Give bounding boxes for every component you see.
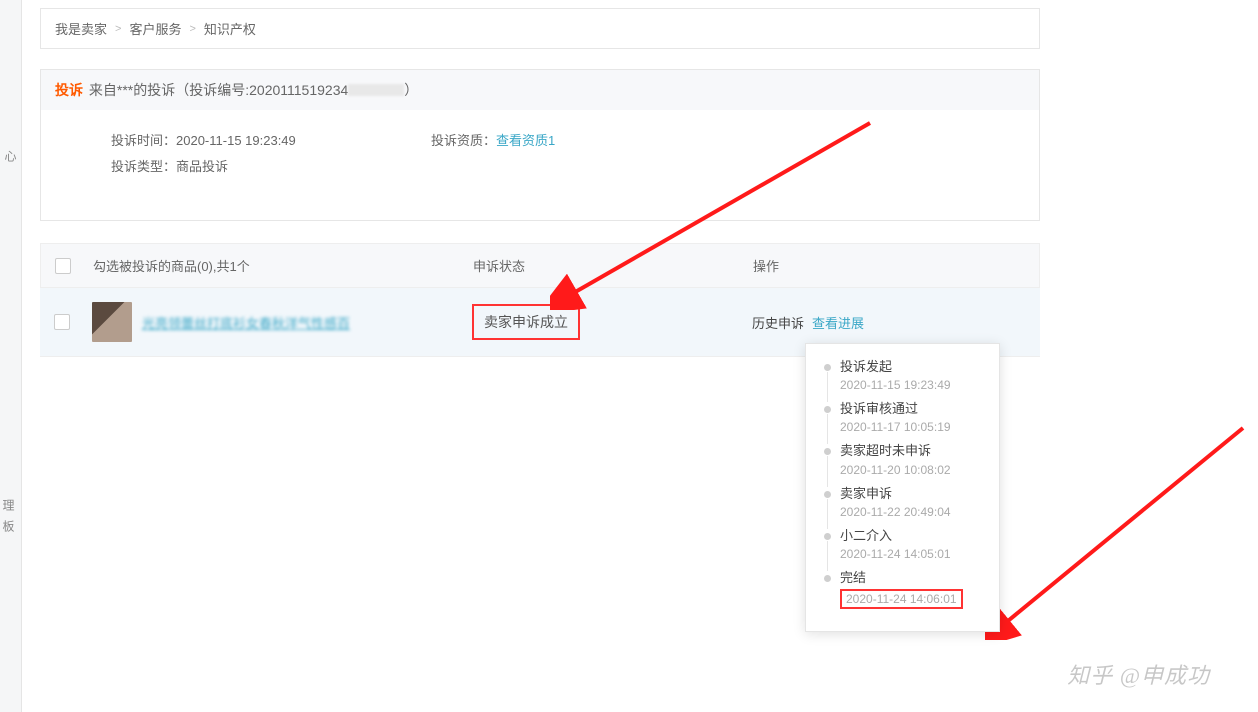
history-label: 历史申诉 [752, 313, 804, 332]
timeline-event-title: 卖家超时未申诉 [840, 442, 989, 460]
products-table: 勾选被投诉的商品(0),共1个 申诉状态 操作 光亮领蕾丝打底衫女春秋洋气性感百… [40, 243, 1040, 357]
col-header-action: 操作 [753, 256, 1025, 275]
complaint-time-label: 投诉时间： [111, 133, 176, 148]
table-header: 勾选被投诉的商品(0),共1个 申诉状态 操作 [40, 243, 1040, 288]
timeline-item: 完结 2020-11-24 14:06:01 [820, 569, 989, 617]
timeline-event-time: 2020-11-17 10:05:19 [840, 420, 989, 434]
complaint-title-after: ） [404, 82, 418, 98]
col-header-goods: 勾选被投诉的商品(0),共1个 [93, 256, 473, 275]
timeline-item: 小二介入 2020-11-24 14:05:01 [820, 527, 989, 569]
sidebar-frag-item: 板 [0, 520, 17, 532]
timeline-event-time: 2020-11-24 14:05:01 [840, 547, 989, 561]
timeline-event-title: 投诉审核通过 [840, 400, 989, 418]
breadcrumb-item[interactable]: 知识产权 [204, 19, 256, 38]
annotation-arrow [985, 420, 1250, 640]
timeline-event-title: 卖家申诉 [840, 485, 989, 503]
timeline-item: 卖家申诉 2020-11-22 20:49:04 [820, 485, 989, 527]
watermark: 知乎 @申成功 [1067, 658, 1210, 690]
breadcrumb-item[interactable]: 客户服务 [129, 19, 181, 38]
appeal-status-badge: 卖家申诉成立 [472, 304, 580, 340]
timeline-event-title: 投诉发起 [840, 358, 989, 376]
sidebar-frag-top: 心 [2, 150, 19, 162]
progress-timeline-popover: 投诉发起 2020-11-15 19:23:49 投诉审核通过 2020-11-17 … [805, 343, 1000, 632]
complaint-body: 投诉时间：2020-11-15 19:23:49 投诉资质：查看资质1 投诉类型… [41, 110, 1039, 220]
complaint-header: 投诉 来自***的投诉（投诉编号:2020111519234 ） [41, 70, 1039, 110]
left-sidebar-strip: 心 理 板 [0, 0, 22, 712]
sidebar-frag-item: 理 [0, 499, 17, 511]
row-checkbox[interactable] [54, 314, 70, 330]
complaint-tag: 投诉 [55, 82, 83, 98]
complaint-type-label: 投诉类型： [111, 159, 176, 174]
page: 我是卖家 > 客户服务 > 知识产权 投诉 来自***的投诉（投诉编号:2020… [40, 0, 1040, 357]
blurred-number [348, 84, 404, 96]
complaint-card: 投诉 来自***的投诉（投诉编号:2020111519234 ） 投诉时间：202… [40, 69, 1040, 221]
product-title-link[interactable]: 光亮领蕾丝打底衫女春秋洋气性感百 [142, 313, 350, 332]
timeline-event-title: 小二介入 [840, 527, 989, 545]
timeline-event-time: 2020-11-20 10:08:02 [840, 463, 989, 477]
timeline-event-time: 2020-11-24 14:06:01 [840, 589, 963, 609]
chevron-right-icon: > [189, 23, 195, 35]
timeline-item: 卖家超时未申诉 2020-11-20 10:08:02 [820, 442, 989, 484]
col-header-status: 申诉状态 [473, 256, 753, 275]
breadcrumb: 我是卖家 > 客户服务 > 知识产权 [40, 8, 1040, 49]
complaint-title-text: 来自***的投诉（投诉编号: [89, 82, 249, 98]
timeline-event-title: 完结 [840, 569, 989, 587]
timeline-event-time: 2020-11-15 19:23:49 [840, 378, 989, 392]
complaint-qual-label: 投诉资质： [431, 133, 496, 148]
timeline-item: 投诉发起 2020-11-15 19:23:49 [820, 358, 989, 400]
sidebar-frag-bottom: 理 板 [0, 499, 17, 532]
complaint-number: 2020111519234 [249, 82, 348, 98]
view-qualification-link[interactable]: 查看资质1 [496, 133, 555, 148]
product-thumbnail[interactable] [92, 302, 132, 342]
view-progress-link[interactable]: 查看进展 [812, 313, 864, 332]
breadcrumb-item[interactable]: 我是卖家 [55, 19, 107, 38]
select-all-checkbox[interactable] [55, 258, 71, 274]
chevron-right-icon: > [115, 23, 121, 35]
complaint-type-value: 商品投诉 [176, 159, 228, 174]
timeline-item: 投诉审核通过 2020-11-17 10:05:19 [820, 400, 989, 442]
timeline-event-time: 2020-11-22 20:49:04 [840, 505, 989, 519]
complaint-time-value: 2020-11-15 19:23:49 [176, 133, 296, 148]
